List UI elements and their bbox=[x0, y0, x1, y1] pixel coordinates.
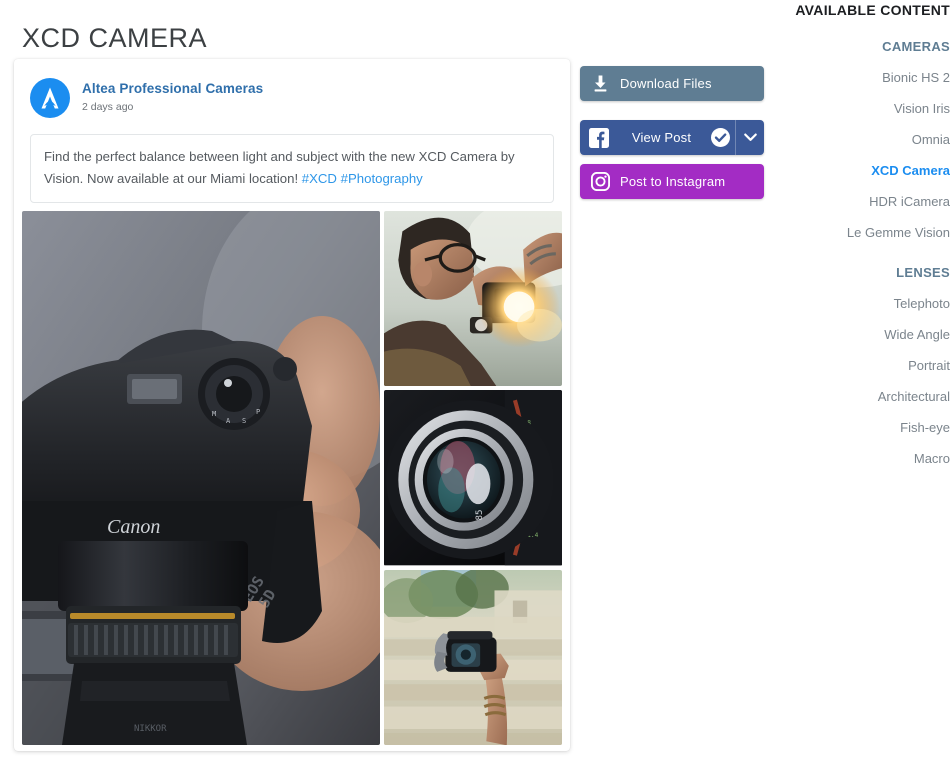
post-author[interactable]: Altea Professional Cameras bbox=[82, 80, 263, 97]
post-to-instagram-label: Post to Instagram bbox=[620, 174, 726, 189]
sidebar-group-lenses: LENSES Telephoto Wide Angle Portrait Arc… bbox=[776, 264, 950, 468]
post-to-instagram-button[interactable]: Post to Instagram bbox=[580, 164, 764, 199]
sidebar-item-le-gemme-vision[interactable]: Le Gemme Vision bbox=[776, 224, 950, 242]
sidebar-item-macro[interactable]: Macro bbox=[776, 450, 950, 468]
sidebar-item-vision-iris[interactable]: Vision Iris bbox=[776, 100, 950, 118]
post-meta: Altea Professional Cameras 2 days ago bbox=[82, 80, 263, 115]
view-post-button[interactable]: View Post bbox=[580, 120, 764, 155]
sidebar-item-fish-eye[interactable]: Fish-eye bbox=[776, 419, 950, 437]
post-card: Altea Professional Cameras 2 days ago Fi… bbox=[14, 59, 570, 751]
post-media-camera-lens-closeup[interactable]: 85.64 2.821.4 bbox=[384, 390, 562, 566]
page-title: XCD CAMERA bbox=[22, 23, 208, 53]
sidebar-title: AVAILABLE CONTENT bbox=[795, 2, 950, 18]
sidebar-item-wide-angle[interactable]: Wide Angle bbox=[776, 326, 950, 344]
action-buttons: Download Files View Post Post to Instagr… bbox=[580, 66, 764, 199]
sidebar-item-omnia[interactable]: Omnia bbox=[776, 131, 950, 149]
svg-text:Canon: Canon bbox=[107, 516, 160, 538]
hashtag-photography[interactable]: #Photography bbox=[341, 171, 423, 186]
post-text-body: Find the perfect balance between light a… bbox=[44, 149, 515, 186]
post-media-grid: MASP EOS 5D NIKKOR Canon 8 1.4 85 bbox=[22, 211, 562, 745]
post-media-camera-raised-outdoors[interactable] bbox=[384, 569, 562, 745]
sidebar-item-xcd-camera[interactable]: XCD Camera bbox=[776, 162, 950, 180]
altea-a-logo-icon bbox=[30, 78, 70, 118]
available-content-sidebar: AVAILABLE CONTENT CAMERAS Bionic HS 2 Vi… bbox=[776, 0, 950, 468]
sidebar-item-telephoto[interactable]: Telephoto bbox=[776, 295, 950, 313]
avatar bbox=[30, 77, 70, 118]
svg-text:S: S bbox=[242, 417, 246, 425]
view-post-label: View Post bbox=[631, 130, 692, 145]
post-text: Find the perfect balance between light a… bbox=[30, 134, 554, 203]
instagram-icon bbox=[580, 172, 620, 191]
hashtag-xcd[interactable]: #XCD bbox=[302, 171, 337, 186]
facebook-icon bbox=[580, 127, 618, 148]
post-media-photographer-at-sunset[interactable] bbox=[384, 211, 562, 387]
sidebar-group-title-cameras: CAMERAS bbox=[882, 39, 950, 54]
svg-text:85: 85 bbox=[474, 510, 485, 521]
download-icon bbox=[580, 75, 620, 92]
sidebar-item-bionic-hs-2[interactable]: Bionic HS 2 bbox=[776, 69, 950, 87]
sidebar-group-title-lenses: LENSES bbox=[896, 265, 950, 280]
sidebar-item-portrait[interactable]: Portrait bbox=[776, 357, 950, 375]
chevron-down-icon[interactable] bbox=[736, 133, 764, 142]
post-media-right-column: 85.64 2.821.4 bbox=[384, 211, 562, 745]
post-timestamp: 2 days ago bbox=[82, 101, 134, 113]
download-files-label: Download Files bbox=[620, 76, 712, 91]
sidebar-group-cameras: CAMERAS Bionic HS 2 Vision Iris Omnia XC… bbox=[776, 38, 950, 242]
svg-text:P: P bbox=[256, 408, 260, 416]
svg-text:NIKKOR: NIKKOR bbox=[134, 724, 167, 734]
sidebar-item-architectural[interactable]: Architectural bbox=[776, 388, 950, 406]
post-header: Altea Professional Cameras 2 days ago bbox=[14, 59, 570, 121]
svg-text:M: M bbox=[212, 410, 216, 418]
post-media-dslr-camera-in-hands[interactable]: MASP EOS 5D NIKKOR Canon bbox=[22, 211, 380, 745]
download-files-button[interactable]: Download Files bbox=[580, 66, 764, 101]
sidebar-item-hdr-icamera[interactable]: HDR iCamera bbox=[776, 193, 950, 211]
check-circle-icon bbox=[705, 128, 735, 147]
